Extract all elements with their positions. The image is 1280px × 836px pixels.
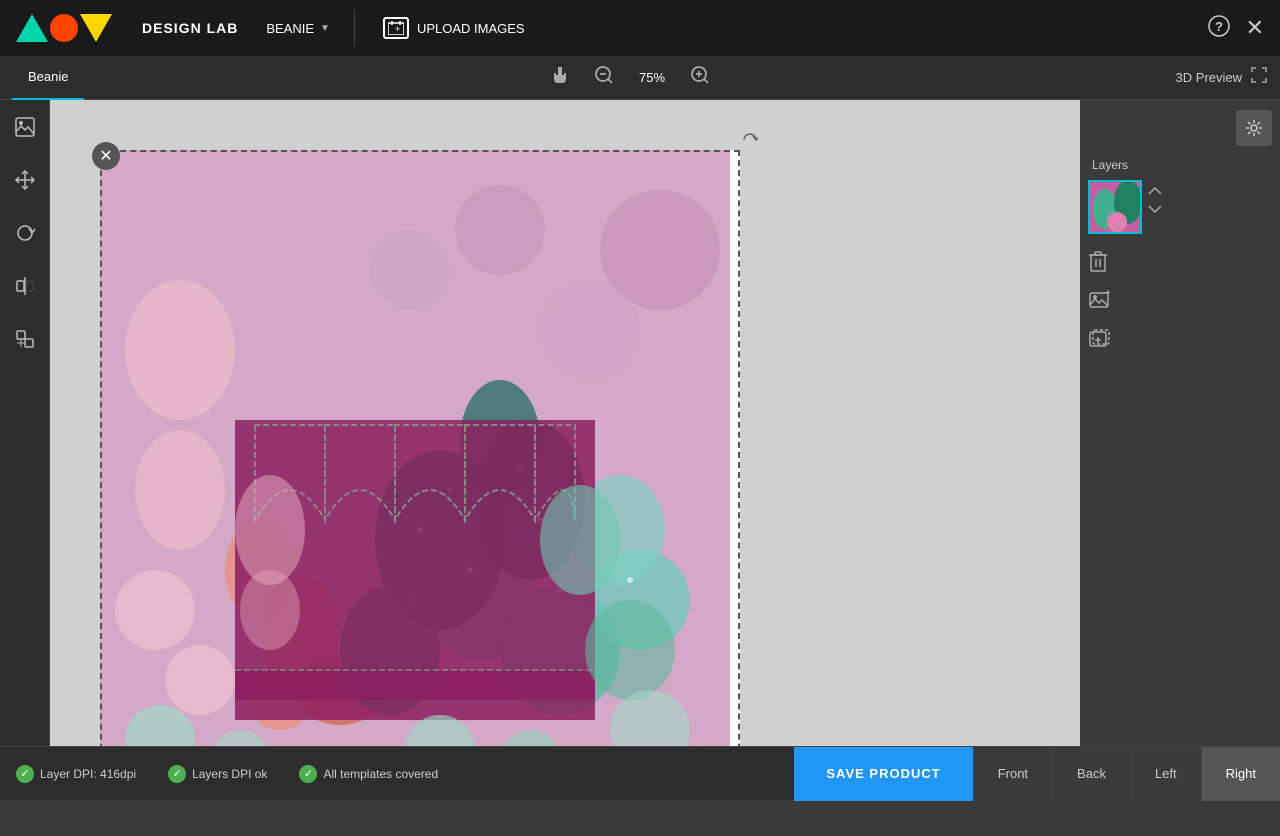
flip-tool-button[interactable] bbox=[10, 271, 40, 306]
nav-divider bbox=[354, 10, 355, 46]
layer-arrows bbox=[1148, 180, 1162, 216]
nav-right-area: ? ✕ bbox=[1208, 15, 1280, 42]
close-layer-button[interactable]: ✕ bbox=[92, 142, 120, 170]
product-selector[interactable]: BEANIE ▼ bbox=[258, 17, 338, 40]
templates-status: ✓ All templates covered bbox=[283, 765, 454, 783]
layers-settings-button[interactable] bbox=[1236, 110, 1272, 146]
templates-status-label: All templates covered bbox=[323, 767, 438, 781]
zoom-out-button[interactable] bbox=[588, 61, 620, 94]
product-name: BEANIE bbox=[266, 21, 314, 36]
layer-move-up-button[interactable] bbox=[1148, 184, 1162, 198]
layer-actions: + bbox=[1080, 234, 1280, 363]
logo-circle bbox=[50, 14, 78, 42]
rotate-handle[interactable] bbox=[742, 132, 758, 153]
svg-text:+: + bbox=[395, 24, 400, 34]
bottom-bar: ✓ Layer DPI: 416dpi ✓ Layers DPI ok ✓ Al… bbox=[0, 746, 1280, 800]
layers-dpi-check-icon: ✓ bbox=[168, 765, 186, 783]
right-view-button[interactable]: Right bbox=[1201, 747, 1280, 801]
delete-layer-button[interactable] bbox=[1088, 250, 1108, 277]
tab-beanie[interactable]: Beanie bbox=[12, 56, 84, 100]
tab-beanie-label: Beanie bbox=[28, 69, 68, 84]
preview-controls: 3D Preview bbox=[1176, 66, 1268, 89]
main-area: ✕ Layers bbox=[0, 100, 1280, 746]
logo-triangle bbox=[16, 14, 48, 42]
svg-text:+: + bbox=[1105, 289, 1110, 299]
app-name: DESIGN LAB bbox=[142, 20, 238, 36]
dropdown-arrow-icon: ▼ bbox=[320, 23, 330, 34]
zoom-level-display: 75% bbox=[632, 70, 672, 85]
left-toolbar bbox=[0, 100, 50, 746]
help-button[interactable]: ? bbox=[1208, 15, 1230, 42]
3d-preview-label: 3D Preview bbox=[1176, 70, 1242, 85]
logo-chevron bbox=[80, 14, 112, 42]
save-product-button[interactable]: SAVE PRODUCT bbox=[794, 747, 972, 801]
move-tool-button[interactable] bbox=[10, 165, 40, 200]
upload-images-button[interactable]: + UPLOAD IMAGES bbox=[371, 11, 537, 45]
layers-content bbox=[1080, 180, 1280, 234]
svg-text:?: ? bbox=[1215, 19, 1223, 34]
layers-dpi-status-label: Layers DPI ok bbox=[192, 767, 267, 781]
image-tool-button[interactable] bbox=[10, 112, 40, 147]
zoom-in-button[interactable] bbox=[684, 61, 716, 94]
templates-check-icon: ✓ bbox=[299, 765, 317, 783]
rotate-tool-button[interactable] bbox=[10, 218, 40, 253]
upload-label: UPLOAD IMAGES bbox=[417, 21, 525, 36]
dpi-check-icon: ✓ bbox=[16, 765, 34, 783]
right-panel: Layers bbox=[1080, 100, 1280, 746]
layer-thumbnail-image bbox=[1090, 182, 1140, 232]
logo-area bbox=[0, 14, 142, 42]
layer-move-down-button[interactable] bbox=[1148, 202, 1162, 216]
zoom-controls: 75% bbox=[544, 61, 716, 94]
front-view-button[interactable]: Front bbox=[973, 747, 1052, 801]
canvas-area[interactable]: ✕ bbox=[50, 100, 1080, 746]
replace-image-button[interactable]: + bbox=[1088, 289, 1110, 316]
pan-tool-button[interactable] bbox=[544, 61, 576, 94]
add-layer-button[interactable] bbox=[1088, 328, 1110, 355]
close-nav-button[interactable]: ✕ bbox=[1246, 15, 1264, 41]
dpi-status: ✓ Layer DPI: 416dpi bbox=[0, 765, 152, 783]
layers-label: Layers bbox=[1080, 154, 1280, 180]
layers-dpi-status: ✓ Layers DPI ok bbox=[152, 765, 283, 783]
view-buttons: Front Back Left Right bbox=[973, 747, 1280, 801]
arrange-tool-button[interactable] bbox=[10, 324, 40, 359]
back-view-button[interactable]: Back bbox=[1052, 747, 1130, 801]
canvas-white bbox=[100, 150, 740, 746]
layer-thumbnail[interactable] bbox=[1088, 180, 1142, 234]
top-navigation: DESIGN LAB BEANIE ▼ + UPLOAD IMAGES ? ✕ bbox=[0, 0, 1280, 56]
cactus-pattern bbox=[100, 150, 730, 746]
upload-icon: + bbox=[383, 17, 409, 39]
dpi-status-label: Layer DPI: 416dpi bbox=[40, 767, 136, 781]
expand-button[interactable] bbox=[1250, 66, 1268, 89]
toolbar-bar: Beanie 75% 3D Preview bbox=[0, 56, 1280, 100]
left-view-button[interactable]: Left bbox=[1130, 747, 1201, 801]
